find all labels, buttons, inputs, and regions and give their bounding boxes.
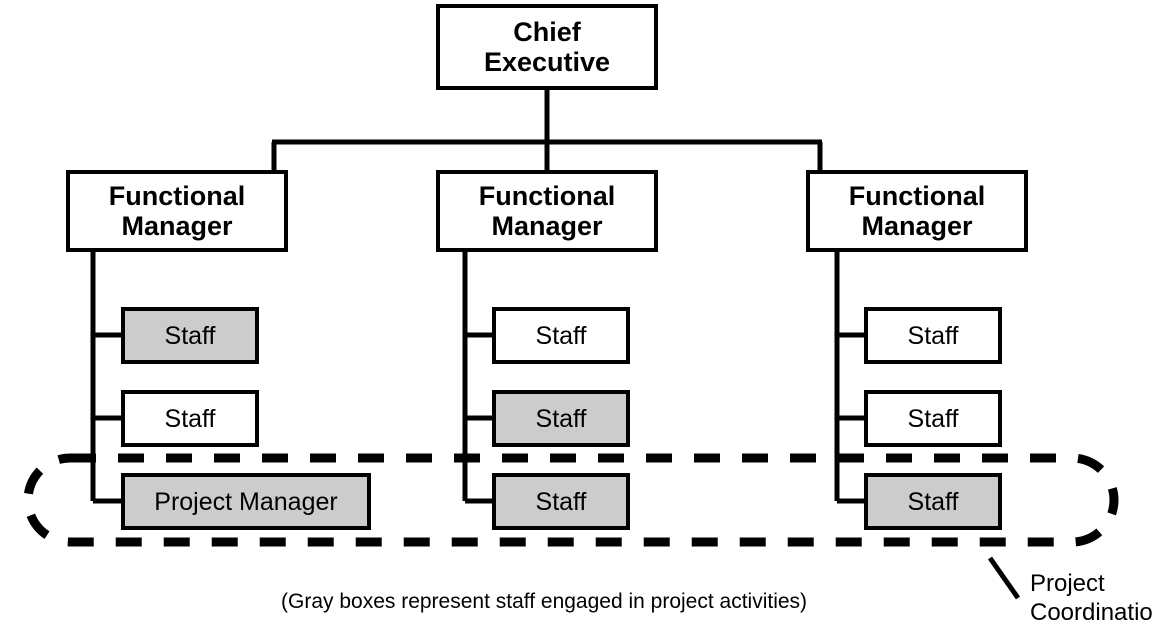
node-column-2-report-1-label: Staff (535, 321, 587, 350)
project-coordination-annotation: Project Coordination (1030, 570, 1152, 626)
coordination-leader-line (987, 556, 1021, 600)
node-functional-manager-2[interactable]: Functional Manager (436, 170, 658, 252)
node-column-1-report-1-label: Staff (164, 321, 216, 350)
node-column-3-report-1-label: Staff (907, 321, 959, 350)
node-chief-executive[interactable]: Chief Executive (436, 4, 658, 90)
legend-caption: (Gray boxes represent staff engaged in p… (281, 590, 808, 613)
node-column-3-report-2-label: Staff (907, 404, 959, 433)
node-functional-manager-1[interactable]: Functional Manager (66, 170, 288, 252)
node-column-3-report-3-label: Staff (907, 487, 959, 516)
node-column-2-report-2-label: Staff (535, 404, 587, 433)
node-chief-executive-label: Chief Executive (483, 16, 611, 77)
node-functional-manager-3-label: Functional Manager (848, 180, 986, 241)
org-chart-diagram: Chief Executive Functional Manager Funct… (0, 0, 1152, 643)
node-column-3-report-3[interactable]: Staff (864, 473, 1002, 530)
node-column-1-report-2-label: Staff (164, 404, 216, 433)
node-functional-manager-3[interactable]: Functional Manager (806, 170, 1028, 252)
node-column-3-report-2[interactable]: Staff (864, 390, 1002, 447)
node-functional-manager-2-label: Functional Manager (478, 180, 616, 241)
node-column-1-report-3-label: Project Manager (154, 487, 338, 516)
node-column-1-report-1[interactable]: Staff (121, 307, 259, 364)
node-column-2-report-2[interactable]: Staff (492, 390, 630, 447)
node-column-1-report-2[interactable]: Staff (121, 390, 259, 447)
node-column-2-report-3-label: Staff (535, 487, 587, 516)
node-column-3-report-1[interactable]: Staff (864, 307, 1002, 364)
node-column-1-report-3[interactable]: Project Manager (121, 473, 371, 530)
column-3-report-connectors (834, 250, 866, 504)
node-column-2-report-1[interactable]: Staff (492, 307, 630, 364)
column-2-report-connectors (462, 250, 494, 504)
node-column-2-report-3[interactable]: Staff (492, 473, 630, 530)
executive-to-managers-connectors (271, 90, 823, 172)
column-1-report-connectors (90, 250, 123, 504)
node-functional-manager-1-label: Functional Manager (108, 180, 246, 241)
